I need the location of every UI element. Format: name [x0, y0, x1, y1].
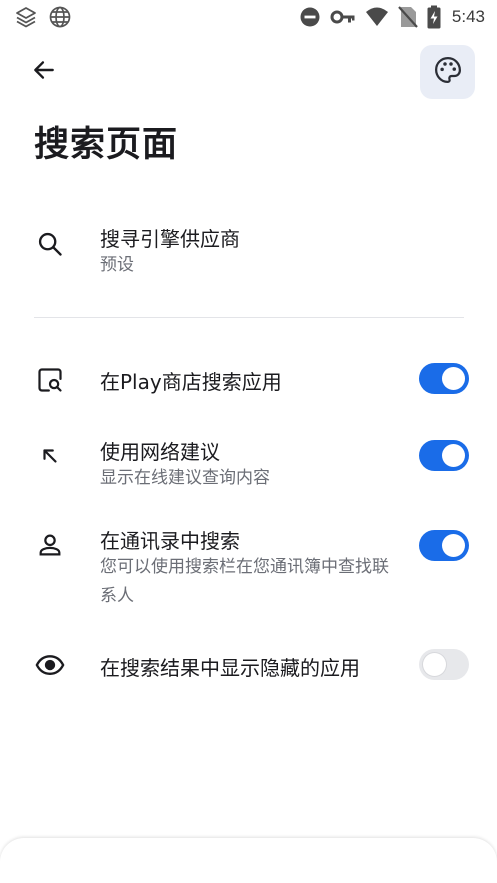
- setting-subtitle: 显示在线建议查询内容: [100, 468, 270, 488]
- setting-row-play-store-search[interactable]: 在Play商店搜索应用: [0, 360, 497, 400]
- theme-button[interactable]: [420, 45, 475, 99]
- eye-icon: [34, 649, 66, 681]
- search-settings-screen: 5:43 搜索页面 搜寻引擎供应商 预设 在Play商店搜索应用 使用网络建议 …: [0, 0, 497, 883]
- setting-title: 在Play商店搜索应用: [100, 370, 282, 394]
- setting-title: 在通讯录中搜索: [100, 529, 240, 553]
- arrow-left-icon: [31, 57, 57, 87]
- setting-row-contacts-search[interactable]: 在通讯录中搜索 您可以使用搜索栏在您通讯簿中查找联系人: [0, 525, 497, 615]
- show-hidden-apps-toggle[interactable]: [419, 649, 469, 680]
- palette-icon: [433, 55, 463, 89]
- toggle-knob: [442, 367, 465, 390]
- contacts-search-toggle[interactable]: [419, 530, 469, 561]
- setting-row-show-hidden-apps[interactable]: 在搜索结果中显示隐藏的应用: [0, 646, 497, 686]
- store-search-icon: [34, 364, 66, 396]
- divider: [34, 317, 464, 318]
- do-not-disturb-icon: [299, 6, 321, 28]
- layers-icon: [14, 5, 38, 29]
- wifi-icon: [365, 6, 389, 28]
- play-store-search-toggle[interactable]: [419, 363, 469, 394]
- person-icon: [34, 529, 66, 561]
- search-engine-row[interactable]: 搜寻引擎供应商 预设: [0, 220, 497, 290]
- bottom-sheet: [0, 838, 497, 883]
- toggle-knob: [442, 534, 465, 557]
- toggle-knob: [442, 444, 465, 467]
- arrow-up-left-icon: [34, 440, 66, 472]
- battery-charging-icon: [427, 5, 441, 29]
- page-title: 搜索页面: [34, 125, 179, 165]
- globe-icon: [48, 5, 72, 29]
- toggle-knob: [423, 653, 446, 676]
- status-time: 5:43: [451, 7, 485, 26]
- web-suggestions-toggle[interactable]: [419, 440, 469, 471]
- setting-title: 使用网络建议: [100, 440, 220, 464]
- setting-row-web-suggestions[interactable]: 使用网络建议 显示在线建议查询内容: [0, 436, 497, 496]
- back-button[interactable]: [26, 54, 62, 90]
- status-bar: 5:43: [0, 0, 497, 34]
- search-icon: [34, 228, 66, 260]
- search-engine-title: 搜寻引擎供应商: [100, 227, 240, 251]
- setting-subtitle: 您可以使用搜索栏在您通讯簿中查找联系人: [100, 557, 389, 606]
- search-engine-subtitle: 预设: [100, 255, 134, 275]
- vpn-key-icon: [330, 6, 356, 28]
- no-sim-icon: [398, 5, 418, 29]
- setting-title: 在搜索结果中显示隐藏的应用: [100, 656, 360, 680]
